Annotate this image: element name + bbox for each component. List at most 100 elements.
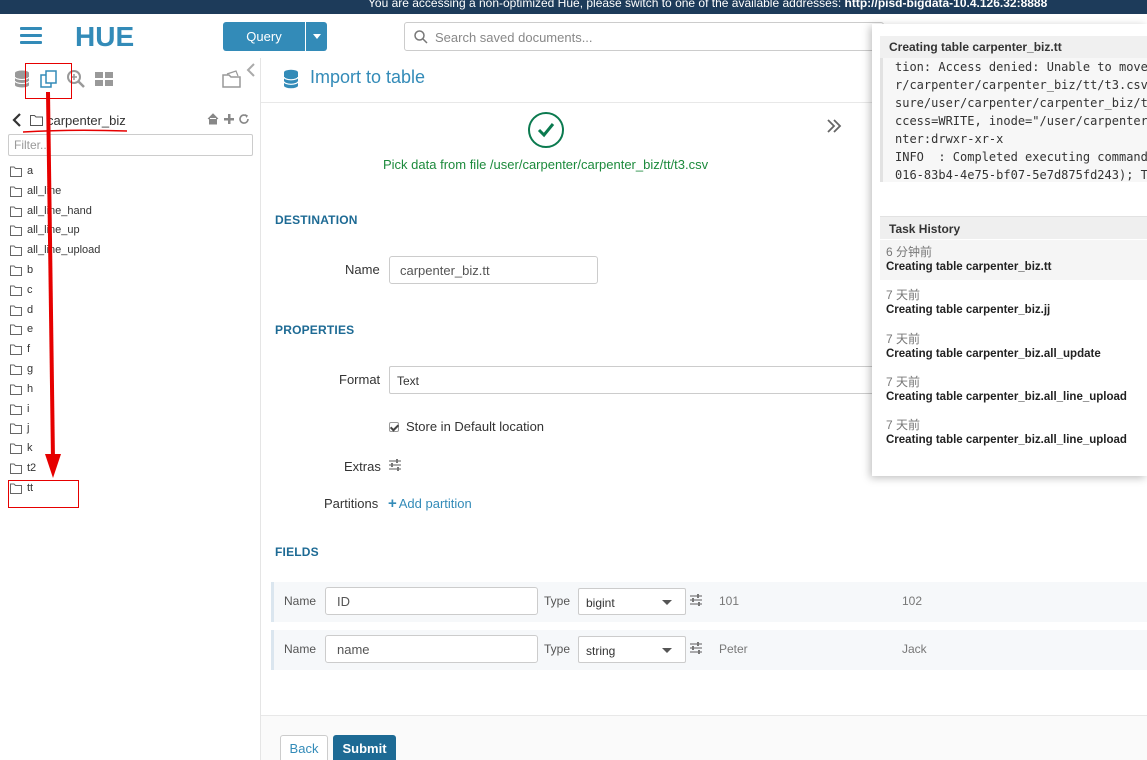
folder-icon (10, 305, 22, 316)
task-time: 7 天前 (886, 332, 921, 346)
tree-item-label: a (27, 165, 34, 177)
folder-icon (10, 384, 22, 395)
next-step-chevrons-icon[interactable] (826, 118, 842, 134)
folder-icon (10, 285, 22, 296)
sliders-icon[interactable] (689, 642, 703, 654)
format-select-value: Text (397, 374, 420, 388)
task-title: Creating table carpenter_biz.all_line_up… (886, 391, 1127, 403)
grid-icon[interactable] (94, 69, 114, 89)
hue-logo[interactable]: HUE (74, 21, 164, 52)
tree-item-label: i (27, 402, 30, 415)
sample-value: 102 (902, 594, 923, 608)
back-chevron-icon[interactable] (12, 113, 22, 127)
annotation-arrow (45, 92, 61, 478)
hamburger-menu-icon[interactable] (20, 27, 42, 45)
field-type-label: Type (544, 642, 571, 656)
folder-icon (10, 186, 22, 197)
table-name-input[interactable] (389, 256, 598, 284)
wizard-footer: Back Submit (261, 715, 1147, 760)
home-icon[interactable] (207, 113, 219, 125)
folder-icon (10, 245, 22, 257)
top-banner: You are accessing a non-optimized Hue, p… (0, 0, 1147, 14)
tree-item-label: g (27, 362, 34, 375)
refresh-icon[interactable] (238, 113, 250, 125)
log-line: sure/user/carpenter/carpenter_biz/t (895, 96, 1147, 110)
search-input[interactable] (435, 27, 875, 47)
tree-item-label: t2 (27, 461, 37, 474)
hue-logo-icon: HUE (75, 21, 134, 52)
sample-value: Jack (902, 642, 927, 656)
open-folder-icon[interactable] (222, 69, 242, 89)
query-dropdown-caret-icon[interactable] (305, 22, 327, 51)
page-title-text: Import to table (310, 67, 426, 87)
task-title: Creating table carpenter_biz.all_update (886, 348, 1101, 360)
task-title: Creating table carpenter_biz.all_line_up… (886, 434, 1127, 446)
field-type-value: string (586, 644, 616, 658)
step-description: Pick data from file /user/carpenter/carp… (383, 157, 709, 172)
query-button-label: Query (246, 29, 282, 44)
log-line: ccess=WRITE, inode="/user/carpenter (895, 114, 1147, 128)
job-title-bar: Creating table carpenter_biz.tt (880, 36, 1147, 58)
task-time: 7 天前 (886, 288, 921, 302)
banner-text: You are accessing a non-optimized Hue, p… (368, 0, 842, 10)
add-partition-link[interactable]: + Add partition (388, 495, 472, 512)
folder-icon (10, 364, 22, 375)
task-history-title: Task History (889, 222, 961, 236)
submit-button[interactable]: Submit (333, 735, 396, 760)
step-complete-check-icon[interactable] (528, 112, 564, 148)
query-button[interactable]: Query (223, 22, 327, 51)
tree-item-label: k (27, 442, 33, 455)
folder-icon (10, 344, 22, 356)
field-name-label: Name (284, 594, 317, 608)
sliders-icon[interactable] (689, 594, 703, 606)
breadcrumb-actions (207, 113, 255, 127)
back-button[interactable]: Back (280, 735, 328, 760)
extras-label: Extras (344, 459, 381, 474)
task-history-item[interactable]: 7 天前 Creating table carpenter_biz.all_lin… (880, 413, 1147, 453)
job-browser-popup: Creating table carpenter_biz.tt tion: Ac… (872, 24, 1147, 476)
field-type-value: bigint (586, 596, 615, 610)
tree-item-label: e (27, 323, 34, 336)
section-properties: PROPERTIES (275, 323, 355, 337)
field-name-input[interactable] (325, 635, 538, 663)
store-default-checkbox[interactable] (389, 422, 399, 432)
tree-item-label: d (27, 303, 34, 316)
format-label: Format (339, 372, 381, 387)
section-destination: DESTINATION (275, 213, 358, 227)
job-title[interactable]: Creating table carpenter_biz.tt (889, 40, 1062, 54)
task-title: Creating table carpenter_biz.jj (886, 304, 1051, 316)
folder-icon (10, 265, 22, 276)
store-default-label: Store in Default location (406, 419, 545, 434)
task-history-item[interactable]: 7 天前 Creating table carpenter_biz.all_upd… (880, 327, 1147, 367)
chevron-down-icon (662, 600, 672, 605)
database-icon (283, 69, 299, 89)
annotation-box-tt (8, 480, 79, 508)
task-history-header: Task History (880, 216, 1147, 239)
partitions-label: Partitions (324, 496, 379, 511)
collapse-panel-icon[interactable] (245, 62, 257, 78)
banner-link[interactable]: http://pisd-bigdata-10.4.126.32:8888 (845, 0, 1048, 10)
search-icon (414, 30, 428, 44)
tree-item-label: c (27, 283, 33, 296)
task-history-item[interactable]: 6 分钟前 Creating table carpenter_biz.tt (880, 240, 1147, 280)
task-history-item[interactable]: 7 天前 Creating table carpenter_biz.all_lin… (880, 370, 1147, 410)
log-line: nter:drwxr-xr-x (895, 132, 1004, 146)
sliders-icon[interactable] (388, 459, 402, 471)
folder-icon (10, 423, 22, 435)
sample-value: 101 (719, 594, 740, 608)
log-line: 016-83b4-4e75-bf07-5e7d875fd243); T (895, 168, 1147, 182)
plus-icon: + (388, 495, 397, 512)
add-partition-label: Add partition (398, 496, 472, 511)
folder-icon (10, 166, 22, 177)
field-name-label: Name (284, 642, 317, 656)
chevron-down-icon (662, 648, 672, 653)
plus-icon[interactable] (223, 113, 235, 125)
task-history-item[interactable]: 7 天前 Creating table carpenter_biz.jj (880, 283, 1147, 323)
field-type-select[interactable]: bigint (578, 588, 686, 615)
hue-logo-text: HUE (75, 22, 134, 50)
field-type-select[interactable]: string (578, 636, 686, 663)
log-line: r/carpenter/carpenter_biz/tt/t3.csv (895, 78, 1147, 92)
format-select[interactable]: Text (389, 366, 879, 394)
task-time: 7 天前 (886, 418, 921, 432)
field-name-input[interactable] (325, 587, 538, 615)
